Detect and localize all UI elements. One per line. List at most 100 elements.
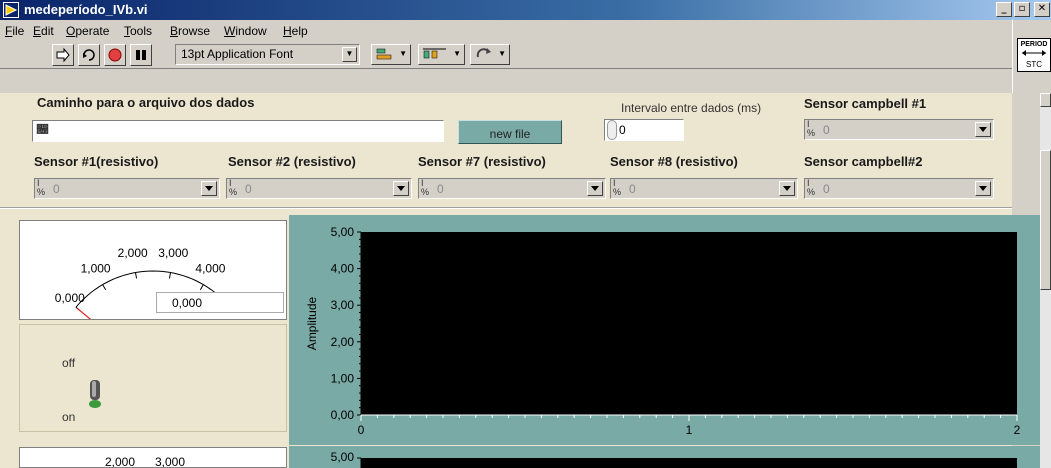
plot-area: [361, 232, 1017, 415]
plot-area-2: [361, 458, 1017, 468]
path-label: Caminho para o arquivo dos dados: [37, 95, 255, 110]
menu-help[interactable]: Help: [283, 24, 308, 38]
y-tick-label: 2,00: [331, 335, 355, 349]
menu-browse[interactable]: Browse: [170, 24, 210, 38]
numeric-ring-icon: I%: [37, 178, 46, 197]
switch-on-label: on: [62, 410, 76, 424]
sensor2-ring[interactable]: I% 0: [226, 178, 412, 199]
y-tick-label: 5,00: [331, 225, 355, 239]
x-tick-label: 2: [1014, 423, 1021, 437]
pause-icon[interactable]: [130, 44, 152, 66]
sensor8-ring[interactable]: I% 0: [610, 178, 798, 199]
x-tick-label: 0: [358, 423, 365, 437]
numeric-ring-icon: I%: [421, 178, 430, 197]
meter-digital-display: 0,000: [156, 292, 284, 313]
align-icon[interactable]: ▼: [371, 44, 411, 65]
menu-window[interactable]: Window: [224, 24, 267, 38]
chevron-down-icon[interactable]: [201, 181, 217, 196]
font-label: 13pt Application Font: [181, 47, 294, 61]
y-tick-label-2: 5,00: [331, 450, 355, 464]
labview-vi-icon[interactable]: [3, 2, 19, 18]
meter-tick: [102, 284, 107, 291]
sensor-campbell2-label: Sensor campbell#2: [804, 154, 923, 169]
meter-tick: [135, 272, 138, 279]
y-tick-label: 1,00: [331, 371, 355, 385]
sensor-campbell1-ring[interactable]: I% 0: [804, 119, 994, 140]
sensor7-label: Sensor #7 (resistivo): [418, 154, 546, 169]
close-button[interactable]: ✕: [1034, 2, 1050, 17]
numeric-ring-icon: I%: [807, 178, 816, 197]
distribute-icon[interactable]: ▼: [418, 44, 465, 65]
chevron-down-icon[interactable]: [779, 181, 795, 196]
scrollbar-thumb[interactable]: [1040, 150, 1051, 290]
meter-tick-label: 2,000: [118, 246, 148, 260]
numeric-ring-icon: I%: [807, 119, 816, 138]
run-arrow-icon[interactable]: [52, 44, 74, 66]
sensor2-label: Sensor #2 (resistivo): [228, 154, 356, 169]
meter-tick-label: 4,000: [195, 262, 225, 276]
period-arrow-icon: [1022, 50, 1046, 56]
minimize-button[interactable]: _: [996, 2, 1012, 17]
sensor-campbell2-ring[interactable]: I% 0: [804, 178, 994, 199]
waveform-graph-2[interactable]: 5,00: [289, 446, 1040, 468]
numeric-ring-icon: I%: [229, 178, 238, 197]
path-input[interactable]: [32, 120, 444, 142]
connector-pane: PERIOD STC: [1012, 20, 1051, 93]
y-tick-label: 4,00: [331, 262, 355, 276]
switch-section: [19, 324, 287, 432]
chevron-down-icon[interactable]: [975, 122, 991, 137]
vi-icon-title: PERIOD: [1020, 41, 1048, 48]
window-title: medeperíodo_IVb.vi: [24, 2, 148, 17]
meter-needle: [77, 308, 92, 319]
sensor-campbell2-value: 0: [823, 182, 830, 196]
chevron-down-icon[interactable]: [393, 181, 409, 196]
chevron-down-icon[interactable]: ▼: [342, 47, 357, 62]
maximize-button[interactable]: ▫: [1014, 2, 1030, 17]
meter-tick-label: 1,000: [81, 262, 111, 276]
toolbar: 13pt Application Font ▼ ▼ ▼ ▼: [0, 41, 1012, 69]
sensor1-label: Sensor #1(resistivo): [34, 154, 159, 169]
abort-icon[interactable]: [104, 44, 126, 66]
path-icon: 𝕉: [37, 124, 48, 136]
toggle-switch[interactable]: [84, 378, 106, 410]
meter-tick-label: 0,000: [55, 291, 85, 305]
menu-bar: File Edit Operate Tools Browse Window He…: [0, 20, 1012, 41]
meter-tick: [199, 284, 204, 291]
increment-spinner-icon[interactable]: [607, 120, 617, 140]
y-tick-label: 3,00: [331, 298, 355, 312]
meter-tick: [168, 272, 171, 279]
scroll-up-button[interactable]: [1040, 93, 1051, 107]
section-divider: [0, 207, 1012, 209]
sensor1-ring[interactable]: I% 0: [34, 178, 220, 199]
y-tick-label: 0,00: [331, 408, 355, 422]
menu-tools[interactable]: Tools: [124, 24, 152, 38]
chevron-down-icon[interactable]: [587, 181, 603, 196]
sensor-campbell1-value: 0: [823, 123, 830, 137]
meter-indicator-2[interactable]: 1,0002,0003,0004,000: [19, 447, 287, 468]
menu-file[interactable]: File: [5, 24, 24, 38]
x-tick-label: 1: [686, 423, 693, 437]
meter2-tick-label: 3,000: [155, 455, 185, 468]
menu-edit[interactable]: Edit: [33, 24, 54, 38]
chevron-down-icon[interactable]: [975, 181, 991, 196]
sensor7-value: 0: [437, 182, 444, 196]
meter-dial-2: 1,0002,0003,0004,000: [41, 455, 247, 468]
sensor7-ring[interactable]: I% 0: [418, 178, 606, 199]
run-continuous-icon[interactable]: [78, 44, 100, 66]
meter2-tick-label: 2,000: [105, 455, 135, 468]
title-bar: medeperíodo_IVb.vi _ ▫ ✕: [0, 0, 1051, 20]
reorder-icon[interactable]: ▼: [470, 44, 510, 65]
sensor8-label: Sensor #8 (resistivo): [610, 154, 738, 169]
switch-off-label: off: [62, 356, 76, 370]
sensor2-value: 0: [245, 182, 252, 196]
new-file-button[interactable]: new file: [458, 120, 562, 144]
vi-icon[interactable]: PERIOD STC: [1017, 38, 1051, 72]
sensor8-value: 0: [629, 182, 636, 196]
meter-tick-label: 3,000: [158, 246, 188, 260]
y-axis-label: Amplitude: [305, 297, 319, 351]
waveform-graph[interactable]: 0,00 1,00 2,00 3,00 4,00 5,00 0 1 2 Amplitude: [289, 215, 1040, 445]
sensor1-value: 0: [53, 182, 60, 196]
menu-operate[interactable]: Operate: [66, 24, 109, 38]
font-selector[interactable]: 13pt Application Font ▼: [175, 44, 360, 65]
vi-icon-subtitle: STC: [1026, 60, 1042, 69]
